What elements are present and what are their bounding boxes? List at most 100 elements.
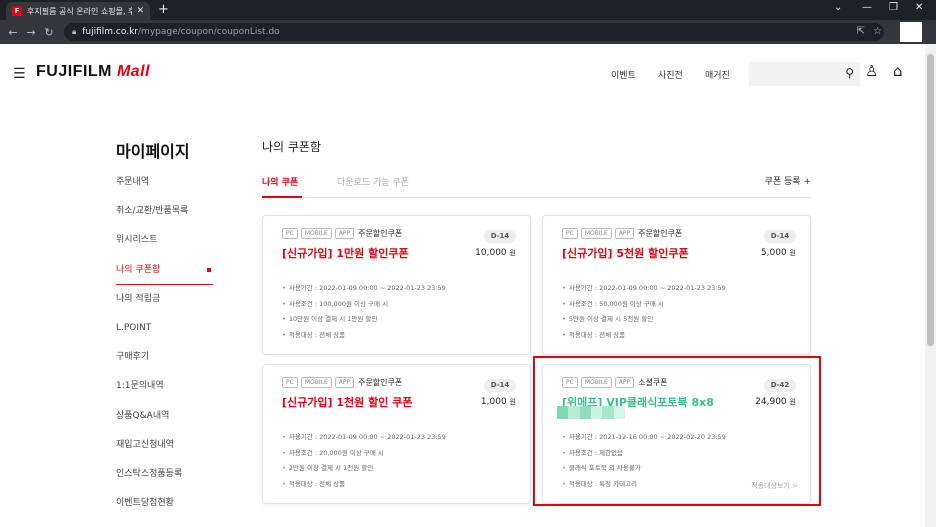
coupon-type: 주문할인쿠폰 <box>358 229 403 238</box>
coupon-name: [신규가입] 5천원 할인쿠폰 <box>562 247 689 260</box>
sidebar-title: 마이페이지 <box>116 142 190 161</box>
sidebar-item-orders[interactable]: 주문내역 <box>116 168 213 197</box>
back-icon[interactable]: ← <box>4 26 22 39</box>
dday-badge: D-14 <box>764 230 796 243</box>
badge-app: APP <box>614 228 635 239</box>
tab-downloadable-coupons[interactable]: 다운로드 가능 쿠폰 <box>337 175 409 188</box>
amount-value: 1,000 <box>480 397 507 407</box>
detail-period: 사용기간 : 2022-01-09 00:00 ~ 2022-01-23 23:… <box>282 281 446 297</box>
address-bar[interactable]: 🔒︎ fujifilm.co.kr/mypage/coupon/couponLi… <box>64 23 884 41</box>
search-icon[interactable]: ⚲ <box>845 66 854 80</box>
page-title: 나의 쿠폰함 <box>262 140 322 154</box>
browser-tab[interactable]: F 후지필름 공식 온라인 쇼핑몰, 후 ✕ <box>6 2 150 20</box>
sidebar-item-instax-register[interactable]: 인스탁스정품등록 <box>116 460 213 489</box>
coupon-details: 사용기간 : 2022-01-09 00:00 ~ 2022-01-23 23:… <box>282 430 446 492</box>
coupon-amount: 1,000 원 <box>481 397 516 407</box>
share-bookmark-icons[interactable]: ⇱☆ <box>857 26 890 37</box>
badge-mobile: MOBILE <box>300 228 332 239</box>
new-tab-icon[interactable]: + <box>158 2 169 18</box>
nav-exhibition[interactable]: 사진전 <box>658 68 683 81</box>
coupon-card: PC MOBILE APP 주문할인쿠폰 D-14 [신규가입] 1천원 할인 … <box>262 364 531 504</box>
amount-unit: 원 <box>509 398 516 406</box>
badge-mobile: MOBILE <box>300 377 332 388</box>
amount-unit: 원 <box>509 249 516 257</box>
sidebar-item-product-qa[interactable]: 상품Q&A내역 <box>116 402 213 431</box>
sidebar-item-reviews[interactable]: 구매후기 <box>116 343 213 372</box>
sidebar-item-lpoint[interactable]: L.POINT <box>116 314 213 343</box>
coupon-amount: 10,000 원 <box>475 248 516 258</box>
search-input[interactable]: ⚲ <box>749 62 860 86</box>
amount-value: 5,000 <box>760 248 787 258</box>
coupon-type: 주문할인쿠폰 <box>358 378 403 387</box>
tab-search-icon[interactable]: ⌄ <box>834 2 842 13</box>
lock-icon: 🔒︎ <box>72 27 77 36</box>
user-icon[interactable]: ♙ <box>865 62 878 80</box>
coupon-tabs: 나의 쿠폰 다운로드 가능 쿠폰 쿠폰 등록 + <box>262 168 811 198</box>
badge-app: APP <box>334 228 355 239</box>
nav-magazine[interactable]: 매거진 <box>705 68 730 81</box>
nav-events[interactable]: 이벤트 <box>611 68 636 81</box>
url-path: /mypage/coupon/couponList.do <box>138 27 280 37</box>
detail-description: 2만원 이상 결제 시 1천원 할인 <box>282 461 446 477</box>
badge-pc: PC <box>562 228 578 239</box>
scrollbar-thumb[interactable] <box>927 54 934 346</box>
badge-app: APP <box>334 377 355 388</box>
register-coupon-button[interactable]: 쿠폰 등록 + <box>765 174 811 187</box>
site-logo[interactable]: FUJIFILM Mall <box>36 63 150 81</box>
detail-description: 5만원 이상 결제 시 5천원 할인 <box>562 312 726 328</box>
reload-icon[interactable]: ↻ <box>40 26 58 39</box>
sidebar-item-event-winners[interactable]: 이벤트당첨현황 <box>116 489 213 518</box>
logo-text: FUJIFILM <box>36 63 112 80</box>
tab-my-coupons[interactable]: 나의 쿠폰 <box>262 175 298 188</box>
platform-badges: PC MOBILE APP 주문할인쿠폰 <box>282 228 402 239</box>
restore-icon[interactable]: ❐ <box>889 2 898 13</box>
sidebar-item-restock[interactable]: 재입고신청내역 <box>116 431 213 460</box>
badge-mobile: MOBILE <box>580 228 612 239</box>
platform-badges: PC MOBILE APP 주문할인쿠폰 <box>282 377 402 388</box>
coupon-card: PC MOBILE APP 주문할인쿠폰 D-14 [신규가입] 5천원 할인쿠… <box>542 215 811 355</box>
sidebar-item-wishlist[interactable]: 위시리스트 <box>116 226 213 255</box>
active-indicator <box>207 267 211 272</box>
active-tab-underline <box>262 196 302 198</box>
detail-condition: 사용조건 : 100,000원 이상 구매 시 <box>282 297 446 313</box>
coupon-details: 사용기간 : 2022-01-09 00:00 ~ 2022-01-23 23:… <box>282 281 446 343</box>
sidebar-item-cancel-return[interactable]: 취소/교환/반품목록 <box>116 197 213 226</box>
dday-badge: D-14 <box>484 230 516 243</box>
site-header: ☰ FUJIFILM Mall 이벤트 사진전 매거진 ⚲ ♙ ⌂ <box>0 44 925 104</box>
sidebar-item-inquiry[interactable]: 1:1문의내역 <box>116 372 213 401</box>
detail-target: 적용대상 : 전체 상품 <box>562 328 726 344</box>
detail-period: 사용기간 : 2022-01-09 00:00 ~ 2022-01-23 23:… <box>562 281 726 297</box>
platform-badges: PC MOBILE APP 주문할인쿠폰 <box>562 228 682 239</box>
profile-avatar[interactable] <box>900 22 922 42</box>
detail-description: 10만원 이상 결제 시 1만원 할인 <box>282 312 446 328</box>
dday-badge: D-14 <box>484 379 516 392</box>
window-close-icon[interactable]: ✕ <box>915 2 923 13</box>
coupon-amount: 5,000 원 <box>761 248 796 258</box>
detail-condition: 사용조건 : 20,000원 이상 구매 시 <box>282 446 446 462</box>
cart-icon[interactable]: ⌂ <box>893 62 903 80</box>
logo-mall: Mall <box>116 63 151 80</box>
detail-target: 적용대상 : 전체 상품 <box>282 328 446 344</box>
forward-icon[interactable]: → <box>22 26 40 39</box>
tab-close-icon[interactable]: ✕ <box>136 6 144 16</box>
menu-icon[interactable]: ☰ <box>13 66 26 82</box>
amount-unit: 원 <box>789 249 796 257</box>
sidebar-item-coupons[interactable]: 나의 쿠폰함 <box>116 256 213 285</box>
tab-title: 후지필름 공식 온라인 쇼핑몰, 후 <box>27 6 133 16</box>
minimize-icon[interactable]: — <box>862 2 872 13</box>
browser-toolbar: ← → ↻ 🔒︎ fujifilm.co.kr/mypage/coupon/co… <box>0 20 936 44</box>
badge-pc: PC <box>282 228 298 239</box>
coupon-name: [신규가입] 1만원 할인쿠폰 <box>282 247 409 260</box>
coupon-card: PC MOBILE APP 주문할인쿠폰 D-14 [신규가입] 1만원 할인쿠… <box>262 215 531 355</box>
url-host: fujifilm.co.kr <box>82 27 139 37</box>
browser-tabstrip: F 후지필름 공식 온라인 쇼핑몰, 후 ✕ + ⌄ — ❐ ✕ <box>0 0 936 20</box>
coupon-type: 주문할인쿠폰 <box>638 229 683 238</box>
highlight-box <box>533 356 821 506</box>
detail-target: 적용대상 : 전체 상품 <box>282 477 446 493</box>
detail-condition: 사용조건 : 50,000원 이상 구매 시 <box>562 297 726 313</box>
badge-pc: PC <box>282 377 298 388</box>
amount-value: 10,000 <box>475 248 507 258</box>
favicon-icon: F <box>12 6 22 16</box>
sidebar-item-points[interactable]: 나의 적립금 <box>116 285 213 314</box>
detail-period: 사용기간 : 2022-01-09 00:00 ~ 2022-01-23 23:… <box>282 430 446 446</box>
